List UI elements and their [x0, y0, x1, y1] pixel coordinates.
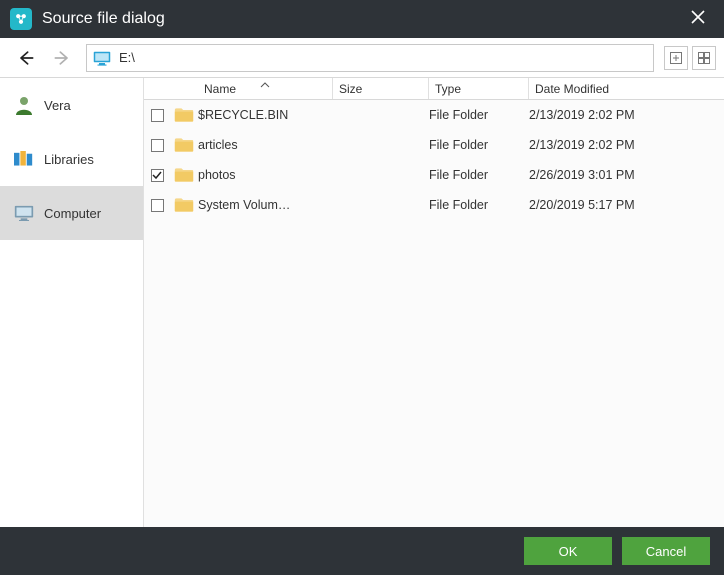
column-header-label: Size — [339, 82, 362, 96]
sort-ascending-icon — [260, 77, 270, 91]
nav-forward-button[interactable] — [48, 44, 76, 72]
column-header-label: Type — [435, 82, 461, 96]
row-name: photos — [198, 168, 333, 182]
column-header-type[interactable]: Type — [429, 78, 529, 99]
table-row[interactable]: System Volum… File Folder2/20/2019 5:17 P… — [144, 190, 724, 220]
sidebar: Vera Libraries Computer — [0, 78, 144, 527]
column-header-size[interactable]: Size — [333, 78, 429, 99]
dialog-title: Source file dialog — [42, 10, 682, 28]
table-row[interactable]: photos File Folder2/26/2019 3:01 PM — [144, 160, 724, 190]
close-button[interactable] — [682, 10, 714, 29]
sidebar-item-vera[interactable]: Vera — [0, 78, 143, 132]
folder-icon — [170, 137, 198, 153]
view-mode-button[interactable] — [692, 46, 716, 70]
column-header-name[interactable]: Name — [198, 78, 333, 99]
row-type: File Folder — [429, 108, 529, 122]
row-checkbox[interactable] — [151, 109, 164, 122]
row-type: File Folder — [429, 198, 529, 212]
column-header-icon — [170, 78, 198, 99]
row-date: 2/20/2019 5:17 PM — [529, 198, 724, 212]
row-checkbox-cell — [144, 109, 170, 122]
new-folder-button[interactable] — [664, 46, 688, 70]
path-input[interactable]: E:\ — [86, 44, 654, 72]
user-icon — [14, 96, 34, 114]
file-rows-container: $RECYCLE.BINFile Folder2/13/2019 2:02 PM… — [144, 100, 724, 527]
file-list-pane: Name Size Type Date Modified $RECYCLE.BI… — [144, 78, 724, 527]
row-name: System Volum… — [198, 198, 333, 212]
row-checkbox[interactable] — [151, 139, 164, 152]
row-name: $RECYCLE.BIN — [198, 108, 333, 122]
row-checkbox-cell — [144, 199, 170, 212]
row-name: articles — [198, 138, 333, 152]
ok-button[interactable]: OK — [524, 537, 612, 565]
grid-view-icon — [698, 52, 710, 64]
sidebar-item-label: Vera — [44, 98, 71, 113]
row-checkbox-cell — [144, 139, 170, 152]
dialog-window: Source file dialog E:\ — [0, 0, 724, 575]
row-checkbox-cell — [144, 169, 170, 182]
path-text: E:\ — [119, 50, 135, 65]
monitor-icon — [93, 51, 111, 65]
cancel-button[interactable]: Cancel — [622, 537, 710, 565]
table-row[interactable]: $RECYCLE.BIN File Folder2/13/2019 2:02 PM — [144, 100, 724, 130]
row-date: 2/13/2019 2:02 PM — [529, 138, 724, 152]
sidebar-item-label: Libraries — [44, 152, 94, 167]
row-date: 2/13/2019 2:02 PM — [529, 108, 724, 122]
column-header-label: Name — [204, 82, 236, 96]
table-row[interactable]: articles File Folder2/13/2019 2:02 PM — [144, 130, 724, 160]
arrow-left-icon — [16, 48, 36, 68]
folder-icon — [170, 197, 198, 213]
column-header-row: Name Size Type Date Modified — [144, 78, 724, 100]
row-type: File Folder — [429, 168, 529, 182]
row-checkbox[interactable] — [151, 169, 164, 182]
folder-icon — [170, 107, 198, 123]
arrow-right-icon — [52, 48, 72, 68]
row-date: 2/26/2019 3:01 PM — [529, 168, 724, 182]
sidebar-item-libraries[interactable]: Libraries — [0, 132, 143, 186]
title-bar: Source file dialog — [0, 0, 724, 38]
sidebar-item-label: Computer — [44, 206, 101, 221]
monitor-icon — [14, 204, 34, 222]
libraries-icon — [14, 150, 34, 168]
close-icon — [691, 10, 705, 24]
plus-box-icon — [670, 52, 682, 64]
dialog-footer: OK Cancel — [0, 527, 724, 575]
column-header-date[interactable]: Date Modified — [529, 78, 724, 99]
column-header-label: Date Modified — [535, 82, 609, 96]
app-icon — [10, 8, 32, 30]
folder-icon — [170, 167, 198, 183]
row-checkbox[interactable] — [151, 199, 164, 212]
column-header-checkbox[interactable] — [144, 78, 170, 99]
sidebar-item-computer[interactable]: Computer — [0, 186, 143, 240]
nav-back-button[interactable] — [12, 44, 40, 72]
content-area: Vera Libraries Computer Name — [0, 78, 724, 527]
nav-toolbar: E:\ — [0, 38, 724, 78]
row-type: File Folder — [429, 138, 529, 152]
